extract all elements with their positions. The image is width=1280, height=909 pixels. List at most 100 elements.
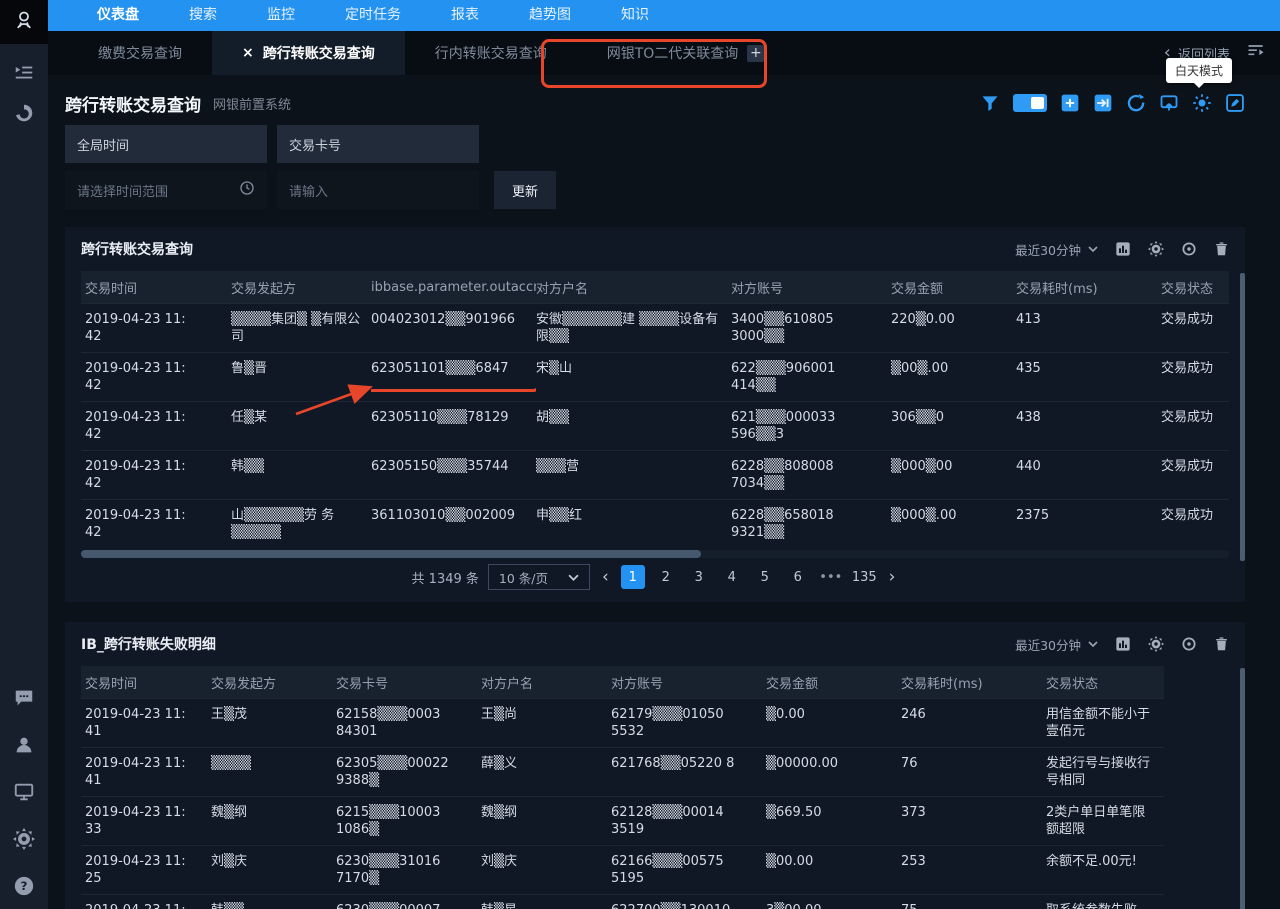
time-range-selector[interactable]: 最近30分钟 [1015,240,1098,259]
card-number-placeholder: 请输入 [289,181,328,200]
user-icon[interactable] [13,734,35,756]
cell: 2019-04-23 11:42 [81,499,231,548]
chat-icon[interactable] [13,687,35,709]
column-header: 交易时间 [81,271,231,303]
target-icon[interactable] [1181,241,1197,257]
help-icon[interactable]: ? [13,875,35,897]
page-header: 跨行转账交易查询 网银前置系统 [65,85,1245,121]
nav-item[interactable]: 搜索 [164,0,242,31]
edit-icon[interactable] [1225,93,1245,113]
tab[interactable]: 网银TO二代关联查询+ [577,31,795,75]
nav-item[interactable]: 定时任务 [320,0,426,31]
cell: 438 [1016,401,1161,450]
user-avatar-button[interactable] [0,0,48,44]
cell: 2019-04-23 11:42 [81,401,231,450]
cell: 623051101▒▒▒6847 [371,352,536,401]
cell: 246 [901,698,1046,747]
page-number[interactable]: 4 [720,565,744,589]
tab[interactable]: 缴费交易查询 [68,31,212,75]
page-number[interactable]: 3 [687,565,711,589]
column-header: 交易金额 [891,271,1016,303]
page-number[interactable]: 2 [654,565,678,589]
donut-chart-icon[interactable] [13,102,35,124]
page-subtitle: 网银前置系统 [213,94,291,113]
nav-item[interactable]: 知识 [596,0,674,31]
cell: 宋▒山 [536,352,731,401]
trash-icon[interactable] [1214,241,1229,257]
page-number[interactable]: 1 [621,565,645,589]
cell: 413 [1016,303,1161,352]
scrollbar-thumb[interactable] [81,550,701,558]
dashboard-toolbar [980,93,1245,113]
topnav-menu: 仪表盘搜索监控定时任务报表趋势图知识 [48,0,1280,31]
page-number[interactable]: 135 [852,565,877,589]
time-range-placeholder: 请选择时间范围 [77,181,168,200]
tab[interactable]: 行内转账交易查询 [405,31,577,75]
prev-page-button[interactable]: ‹ [599,569,612,586]
cell: 76 [901,747,1046,796]
cell: 62179▒▒▒01050 5532 [611,698,766,747]
horizontal-scrollbar[interactable] [81,550,1229,558]
bar-chart-icon[interactable] [1115,241,1131,257]
page-number[interactable]: 5 [753,565,777,589]
next-page-button[interactable]: › [886,569,899,586]
cell: 魏▒纲 [481,796,611,845]
settings-gear-icon[interactable] [1148,636,1164,652]
present-icon[interactable] [1159,93,1179,113]
cell: 魏▒纲 [211,796,336,845]
svg-text:?: ? [21,879,28,893]
page-number[interactable]: 6 [786,565,810,589]
settings-gear-icon[interactable] [1148,241,1164,257]
vertical-scrollbar[interactable] [1240,668,1245,909]
panel-header: IB_跨行转账失败明细 最近30分钟 [81,622,1229,666]
add-tab-icon[interactable]: + [747,45,764,62]
global-time-filter: 全局时间 请选择时间范围 [65,125,267,209]
monitor-icon[interactable] [13,781,35,803]
cell: 2019-04-23 11:33 [81,796,211,845]
refresh-icon[interactable] [1126,93,1146,113]
add-panel-icon[interactable] [1060,93,1080,113]
tab-label: 缴费交易查询 [98,43,182,63]
cell: 申▒▒红 [536,499,731,548]
update-button[interactable]: 更新 [494,171,556,209]
cell: 发起行号与接收行号相同 [1046,747,1164,796]
day-mode-tooltip: 白天模式 [1166,58,1232,83]
tab-list-icon[interactable] [1246,41,1266,65]
import-icon[interactable] [1093,93,1113,113]
time-range-selector[interactable]: 最近30分钟 [1015,635,1098,654]
tab[interactable]: × 跨行转账交易查询 [212,31,405,75]
page-size-select[interactable]: 10 条/页 [488,564,590,590]
nav-item[interactable]: 监控 [242,0,320,31]
menu-list-icon[interactable] [13,62,35,84]
cell: 胡▒▒ [536,401,731,450]
cell: 435 [1016,352,1161,401]
column-header: 交易耗时(ms) [1016,271,1161,303]
cell: ▒000▒.00 [891,499,1016,548]
filter-icon[interactable] [980,93,1000,113]
cell: 取系统参数失败 [1046,894,1164,909]
gear-icon[interactable] [13,828,35,850]
nav-item[interactable]: 报表 [426,0,504,31]
cell: 004023012▒▒901966 [371,303,536,352]
time-range-input[interactable]: 请选择时间范围 [65,171,267,209]
cell: ▒00000.00 [766,747,901,796]
tab-label: 跨行转账交易查询 [263,43,375,63]
cell: 6230▒▒▒31016 7170▒ [336,845,481,894]
day-mode-icon[interactable] [1192,93,1212,113]
nav-item[interactable]: 仪表盘 [72,0,164,31]
tab-strip: 缴费交易查询 × 跨行转账交易查询 行内转账交易查询网银TO二代关联查询+ [68,31,794,75]
trash-icon[interactable] [1214,636,1229,652]
bar-chart-icon[interactable] [1115,636,1131,652]
target-icon[interactable] [1181,636,1197,652]
card-number-input[interactable]: 请输入 [277,171,479,209]
main-content: 跨行转账交易查询 网银前置系统 [48,75,1280,909]
cell: 刘▒庆 [211,845,336,894]
cell: 余额不足.00元! [1046,845,1164,894]
time-range-value: 最近30分钟 [1015,635,1081,654]
cell: ▒▒▒▒ [211,747,336,796]
close-tab-icon[interactable]: × [242,46,254,60]
column-header: 交易时间 [81,666,211,698]
theme-toggle-switch[interactable] [1013,94,1047,112]
nav-item[interactable]: 趋势图 [504,0,596,31]
vertical-scrollbar[interactable] [1240,273,1245,561]
